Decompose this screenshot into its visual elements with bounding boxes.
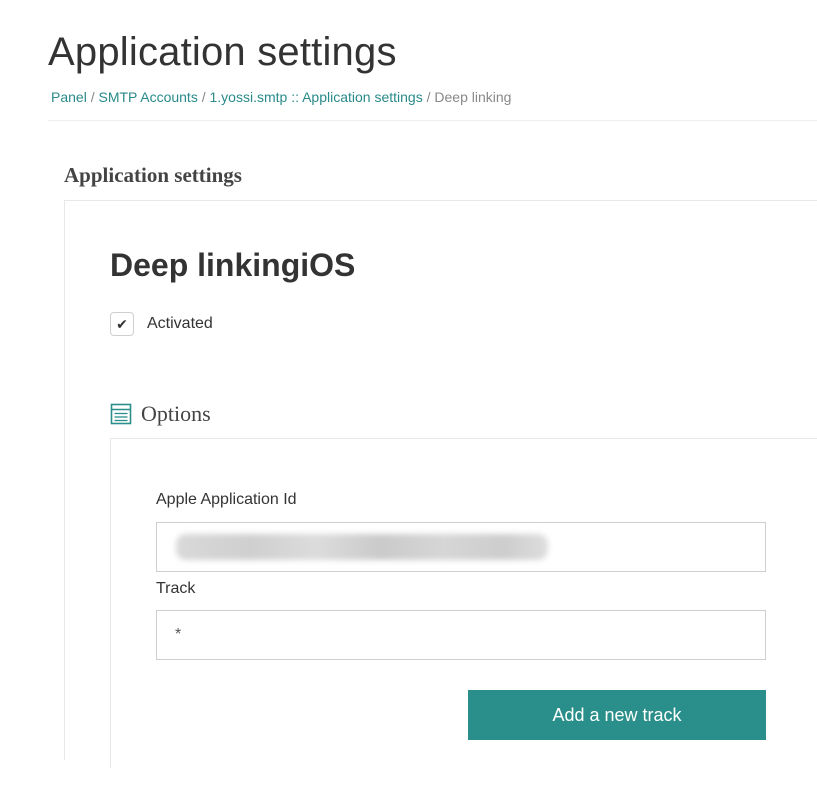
breadcrumb: Panel / SMTP Accounts / 1.yossi.smtp :: … — [51, 89, 511, 105]
options-label: Options — [141, 401, 211, 426]
breadcrumb-separator: / — [422, 89, 435, 105]
activated-checkbox[interactable]: ✔ — [110, 312, 134, 336]
activated-label: Activated — [147, 315, 213, 332]
page: Application settings Panel / SMTP Accoun… — [0, 0, 817, 786]
track-label: Track — [156, 580, 196, 597]
table-list-icon — [110, 403, 132, 425]
redacted-value — [176, 534, 548, 560]
breadcrumb-application-settings-link[interactable]: 1.yossi.smtp :: Application settings — [210, 89, 423, 105]
activated-toggle[interactable]: ✔ Activated — [110, 312, 213, 336]
header-divider — [48, 120, 817, 121]
breadcrumb-separator: / — [86, 89, 99, 105]
apple-app-id-label: Apple Application Id — [156, 491, 297, 508]
breadcrumb-separator: / — [197, 89, 210, 105]
feature-title: Deep linkingiOS — [110, 247, 356, 283]
section-heading: Application settings — [64, 163, 242, 187]
page-title: Application settings — [48, 30, 397, 74]
add-new-track-button[interactable]: Add a new track — [468, 690, 766, 740]
breadcrumb-current: Deep linking — [434, 89, 512, 105]
breadcrumb-panel-link[interactable]: Panel — [51, 89, 87, 105]
track-input[interactable] — [156, 610, 766, 660]
options-header: Options — [110, 401, 211, 427]
checkmark-icon: ✔ — [116, 315, 128, 332]
breadcrumb-smtp-accounts-link[interactable]: SMTP Accounts — [98, 89, 197, 105]
